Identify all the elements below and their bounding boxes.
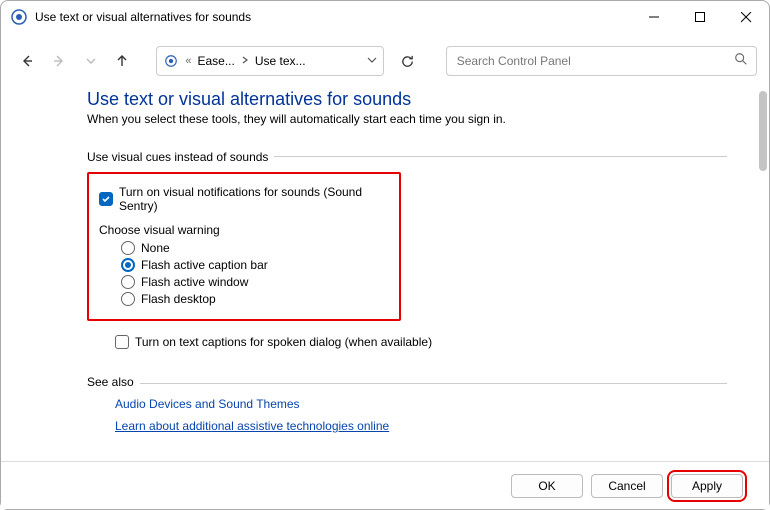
link-audio-devices[interactable]: Audio Devices and Sound Themes xyxy=(115,397,727,411)
radio-input[interactable] xyxy=(121,258,135,272)
sound-sentry-label: Turn on visual notifications for sounds … xyxy=(119,185,389,213)
content-area: Use text or visual alternatives for soun… xyxy=(1,89,757,459)
radio-label: Flash active window xyxy=(141,275,248,289)
search-icon[interactable] xyxy=(734,52,748,71)
window-title: Use text or visual alternatives for soun… xyxy=(35,10,631,24)
titlebar: Use text or visual alternatives for soun… xyxy=(1,1,769,33)
page-title: Use text or visual alternatives for soun… xyxy=(87,89,727,110)
breadcrumb-seg-2[interactable]: Use tex... xyxy=(255,54,306,68)
radio-flash-window[interactable]: Flash active window xyxy=(121,275,389,289)
forward-button[interactable] xyxy=(45,46,73,76)
sound-sentry-checkbox-row[interactable]: Turn on visual notifications for sounds … xyxy=(99,185,389,213)
minimize-button[interactable] xyxy=(631,1,677,33)
toolbar: « Ease... Use tex... xyxy=(1,41,769,81)
cancel-button[interactable]: Cancel xyxy=(591,474,663,498)
see-also-section: See also Audio Devices and Sound Themes … xyxy=(87,375,727,433)
radio-flash-caption-bar[interactable]: Flash active caption bar xyxy=(121,258,389,272)
sound-sentry-checkbox[interactable] xyxy=(99,192,113,206)
app-icon xyxy=(11,9,27,25)
refresh-button[interactable] xyxy=(394,46,422,76)
radio-label: Flash desktop xyxy=(141,292,216,306)
search-input[interactable] xyxy=(455,53,734,69)
ok-button[interactable]: OK xyxy=(511,474,583,498)
address-bar[interactable]: « Ease... Use tex... xyxy=(156,46,383,76)
radio-input[interactable] xyxy=(121,275,135,289)
radio-input[interactable] xyxy=(121,292,135,306)
breadcrumb-prefix: « xyxy=(185,55,191,67)
up-button[interactable] xyxy=(109,46,137,76)
see-also-label: See also xyxy=(87,375,140,389)
close-button[interactable] xyxy=(723,1,769,33)
section-label: Use visual cues instead of sounds xyxy=(87,150,274,164)
text-captions-checkbox-row[interactable]: Turn on text captions for spoken dialog … xyxy=(115,335,727,349)
radio-label: Flash active caption bar xyxy=(141,258,268,272)
window-controls xyxy=(631,1,769,33)
text-captions-checkbox[interactable] xyxy=(115,335,129,349)
apply-button[interactable]: Apply xyxy=(671,474,743,498)
visual-cues-section: Use visual cues instead of sounds Turn o… xyxy=(87,148,727,349)
back-button[interactable] xyxy=(13,46,41,76)
page-subtitle: When you select these tools, they will a… xyxy=(87,112,727,126)
visual-warning-radios: None Flash active caption bar Flash acti… xyxy=(121,241,389,306)
chevron-right-icon xyxy=(241,55,249,67)
footer: OK Cancel Apply xyxy=(1,461,769,509)
recent-locations-button[interactable] xyxy=(77,46,105,76)
radio-none[interactable]: None xyxy=(121,241,389,255)
maximize-button[interactable] xyxy=(677,1,723,33)
radio-label: None xyxy=(141,241,170,255)
location-icon xyxy=(163,53,179,69)
visual-warning-heading: Choose visual warning xyxy=(99,223,389,237)
link-learn-assistive[interactable]: Learn about additional assistive technol… xyxy=(115,419,727,433)
text-captions-label: Turn on text captions for spoken dialog … xyxy=(135,335,432,349)
highlighted-group: Turn on visual notifications for sounds … xyxy=(87,172,401,321)
chevron-down-icon[interactable] xyxy=(367,54,377,68)
radio-flash-desktop[interactable]: Flash desktop xyxy=(121,292,389,306)
search-box[interactable] xyxy=(446,46,757,76)
radio-input[interactable] xyxy=(121,241,135,255)
scrollbar-thumb[interactable] xyxy=(759,91,767,171)
breadcrumb-seg-1[interactable]: Ease... xyxy=(198,54,235,68)
